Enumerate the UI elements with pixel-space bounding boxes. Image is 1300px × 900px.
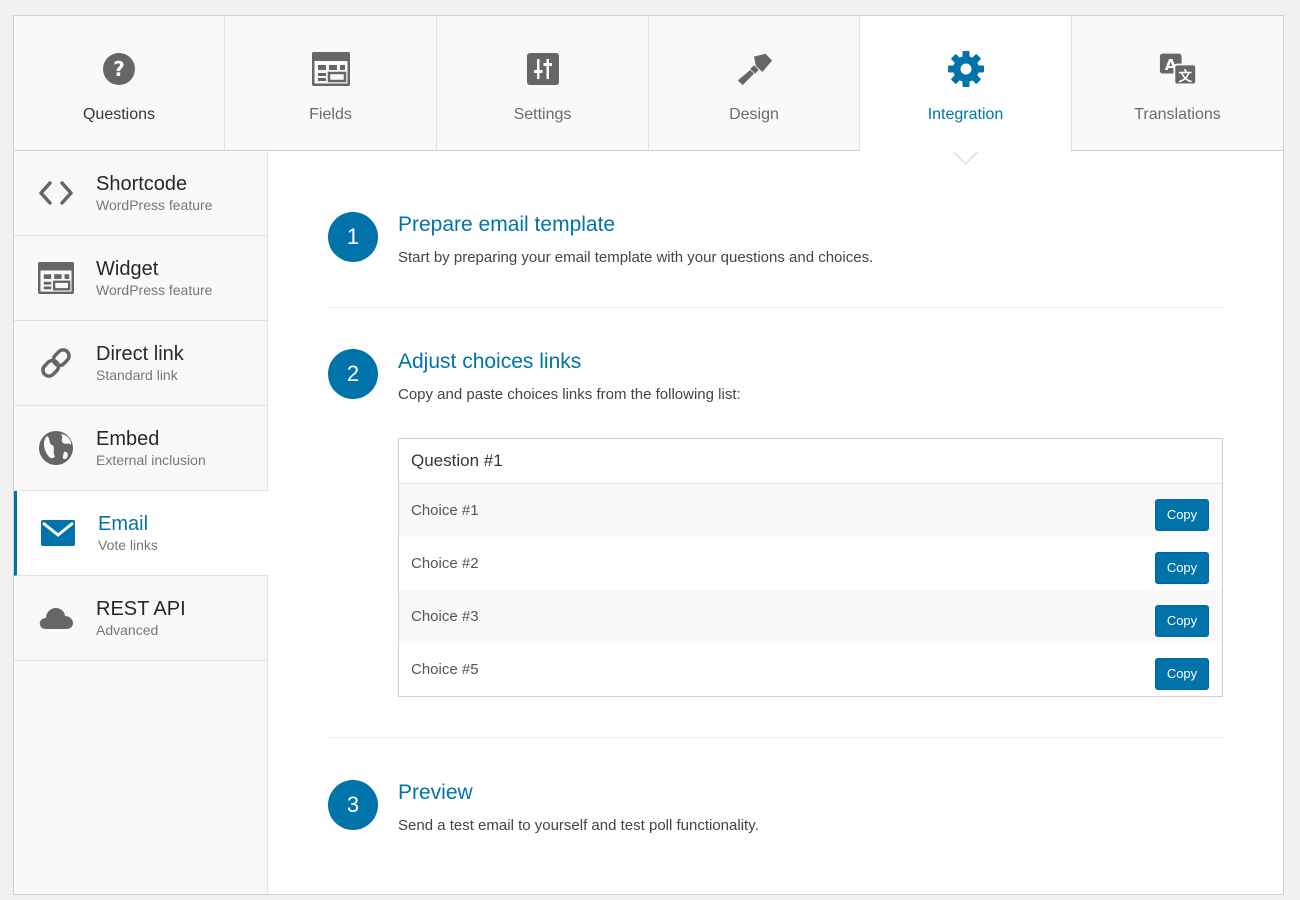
tab-label: Questions	[82, 106, 156, 123]
divider	[328, 737, 1223, 738]
question-circle-icon: ?	[100, 50, 138, 88]
svg-text:文: 文	[1178, 68, 1192, 85]
step-number: 1	[328, 212, 378, 262]
code-brackets-icon	[37, 174, 75, 212]
sidebar-item-subtitle: Vote links	[98, 537, 158, 553]
sidebar-item-subtitle: Standard link	[96, 367, 178, 383]
question-header: Question #1	[399, 439, 1222, 484]
sidebar-item-title: Embed	[96, 428, 160, 450]
paintbrush-icon	[735, 50, 773, 88]
tab-label: Design	[729, 106, 779, 123]
link-icon	[37, 344, 75, 382]
copy-button[interactable]: Copy	[1155, 498, 1209, 531]
table-row: Choice #5 Copy	[399, 643, 1222, 696]
sidebar-item-subtitle: Advanced	[96, 622, 159, 638]
widget-icon	[37, 259, 75, 297]
sidebar-item-direct-link[interactable]: Direct link Standard link	[14, 321, 267, 406]
sidebar-item-email[interactable]: Email Vote links	[14, 491, 269, 576]
tab-label: Integration	[927, 106, 1004, 123]
tab-label: Translations	[1134, 106, 1221, 123]
sidebar-item-embed[interactable]: Embed External inclusion	[14, 406, 267, 491]
copy-button[interactable]: Copy	[1155, 551, 1209, 584]
tab-label: Fields	[309, 106, 352, 123]
tab-integration[interactable]: Integration	[860, 16, 1072, 152]
tab-fields[interactable]: Fields	[225, 16, 437, 150]
divider	[328, 307, 1223, 308]
globe-icon	[37, 429, 75, 467]
step-title: Prepare email template	[398, 213, 616, 236]
step-description: Copy and paste choices links from the fo…	[398, 386, 741, 403]
table-row: Choice #3 Copy	[399, 590, 1222, 643]
envelope-icon	[39, 514, 77, 552]
sidebar-item-rest-api[interactable]: REST API Advanced	[14, 576, 267, 661]
sidebar-item-title: Direct link	[96, 343, 184, 365]
tab-label: Settings	[513, 106, 572, 123]
choice-label: Choice #1	[411, 502, 479, 519]
choices-links-table: Question #1 Choice #1 Copy Choice #2 Cop…	[398, 438, 1223, 697]
step-title: Adjust choices links	[398, 350, 582, 373]
step-description: Send a test email to yourself and test p…	[398, 817, 759, 834]
translate-icon: A文	[1159, 50, 1197, 88]
step-number: 2	[328, 349, 378, 399]
sidebar-item-title: Shortcode	[96, 173, 188, 195]
cloud-icon	[37, 599, 75, 637]
tab-translations[interactable]: A文 Translations	[1072, 16, 1283, 150]
gear-icon	[947, 50, 985, 88]
copy-button[interactable]: Copy	[1155, 657, 1209, 690]
sidebar-item-shortcode[interactable]: Shortcode WordPress feature	[14, 151, 267, 236]
copy-button[interactable]: Copy	[1155, 604, 1209, 637]
table-row: Choice #1 Copy	[399, 484, 1222, 537]
sidebar-item-subtitle: External inclusion	[96, 452, 206, 468]
integration-panel: ? Questions Fields Settings Design Integ…	[13, 15, 1284, 895]
table-row: Choice #2 Copy	[399, 537, 1222, 590]
sidebar-item-widget[interactable]: Widget WordPress feature	[14, 236, 267, 321]
step-title: Preview	[398, 781, 473, 804]
sliders-icon	[524, 50, 562, 88]
integration-sidebar: Shortcode WordPress feature Widget WordP…	[14, 151, 269, 894]
tab-settings[interactable]: Settings	[437, 16, 649, 150]
fields-table-icon	[311, 50, 350, 88]
step-number: 3	[328, 780, 378, 830]
choice-label: Choice #5	[411, 661, 479, 678]
svg-text:?: ?	[113, 57, 125, 81]
tab-design[interactable]: Design	[649, 16, 860, 150]
choice-label: Choice #3	[411, 608, 479, 625]
tab-questions[interactable]: ? Questions	[14, 16, 225, 150]
sidebar-item-title: Email	[98, 513, 149, 535]
sidebar-item-title: Widget	[96, 258, 159, 280]
sidebar-item-title: REST API	[96, 598, 186, 620]
sidebar-item-subtitle: WordPress feature	[96, 197, 213, 213]
step-description: Start by preparing your email template w…	[398, 249, 874, 266]
choice-label: Choice #2	[411, 555, 479, 572]
sidebar-item-subtitle: WordPress feature	[96, 282, 213, 298]
top-tab-bar: ? Questions Fields Settings Design Integ…	[14, 16, 1283, 152]
